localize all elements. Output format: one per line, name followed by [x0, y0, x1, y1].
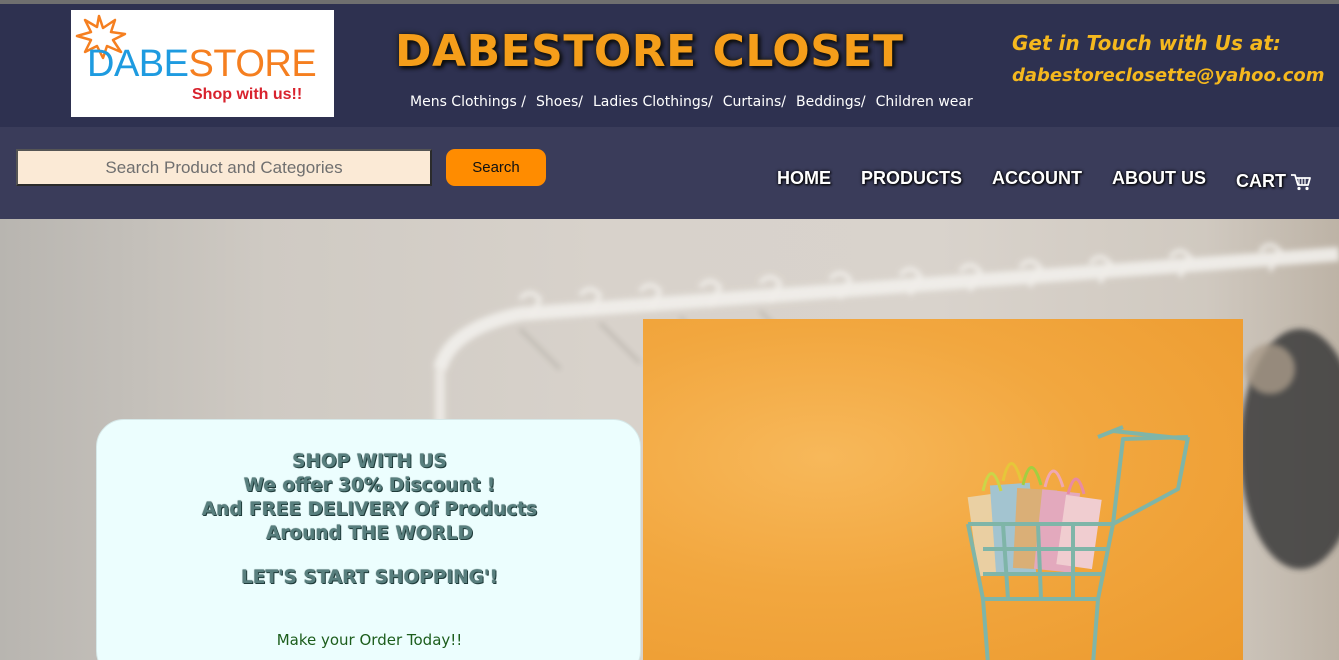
hero-banner: SHOP WITH US We offer 30% Discount ! And… [0, 219, 1339, 660]
promo-start-shopping: LET'S START SHOPPING'! [240, 567, 499, 588]
promo-delivery: And FREE DELIVERY Of Products [201, 499, 538, 520]
category-link-curtains[interactable]: Curtains/ [723, 94, 786, 110]
category-link-ladies[interactable]: Ladies Clothings/ [593, 94, 713, 110]
category-link-mens[interactable]: Mens Clothings / [410, 94, 526, 110]
cart-with-bags-illustration [966, 425, 1190, 660]
nav-links: HOME PRODUCTS ACCOUNT ABOUT US CART [0, 168, 1339, 198]
store-logo[interactable]: DABESTORE Shop with us!! [71, 10, 334, 117]
shopping-cart-image [643, 319, 1243, 660]
store-title: DABESTORE CLOSET [395, 26, 904, 77]
logo-wordmark-part1: DABE [87, 43, 189, 85]
logo-wordmark: DABESTORE [87, 42, 317, 86]
promo-card: SHOP WITH US We offer 30% Discount ! And… [96, 419, 641, 660]
category-link-beddings[interactable]: Beddings/ [796, 94, 866, 110]
shopping-cart-icon [1291, 173, 1311, 190]
main-navbar: Search HOME PRODUCTS ACCOUNT ABOUT US CA… [0, 127, 1339, 219]
nav-link-about-us[interactable]: ABOUT US [1112, 168, 1206, 189]
nav-link-home[interactable]: HOME [777, 168, 831, 189]
nav-link-account[interactable]: ACCOUNT [992, 168, 1082, 189]
promo-cta[interactable]: Make your Order Today!! [97, 631, 642, 649]
contact-heading: Get in Touch with Us at: [1012, 31, 1281, 55]
nav-link-products[interactable]: PRODUCTS [861, 168, 962, 189]
category-link-children[interactable]: Children wear [876, 94, 973, 110]
site-header: DABESTORE Shop with us!! DABESTORE CLOSE… [0, 4, 1339, 127]
nav-link-cart-label: CART [1236, 171, 1286, 191]
logo-tagline: Shop with us!! [192, 86, 303, 103]
promo-discount: We offer 30% Discount ! [243, 475, 496, 496]
category-links: Mens Clothings / Shoes/ Ladies Clothings… [410, 94, 983, 110]
category-link-shoes[interactable]: Shoes/ [536, 94, 583, 110]
promo-world: Around THE WORLD [266, 523, 473, 544]
contact-email[interactable]: dabestoreclosette@yahoo.com [1012, 65, 1325, 86]
nav-link-cart[interactable]: CART [1236, 171, 1312, 192]
logo-wordmark-part2: STORE [188, 43, 317, 85]
promo-heading: SHOP WITH US [292, 451, 447, 472]
